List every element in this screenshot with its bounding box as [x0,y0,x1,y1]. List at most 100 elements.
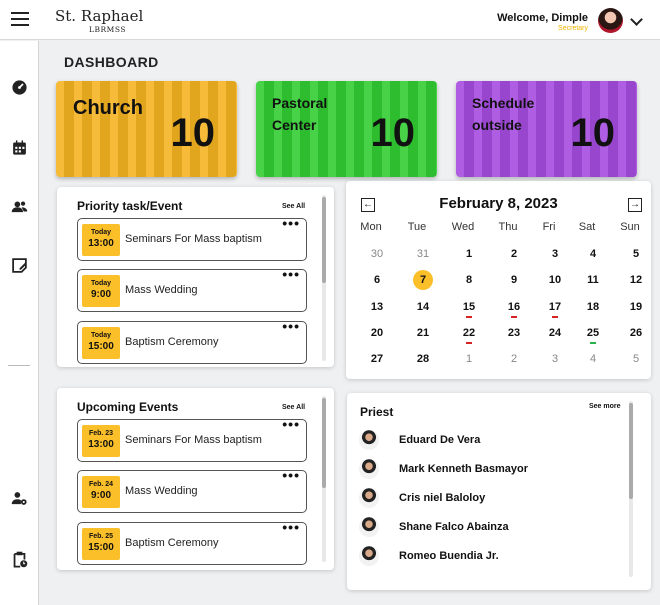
weekday-header: Wed [451,221,475,233]
see-more-link[interactable]: See more [589,403,621,410]
calendar-day[interactable]: 3 [540,244,570,264]
calendar-day[interactable]: 2 [499,349,529,369]
list-item[interactable]: Today 15:00 Baptism Ceremony ••• [77,318,307,364]
calendar-day[interactable]: 27 [362,349,392,369]
priest-name: Romeo Buendia Jr. [399,550,499,562]
calendar-day[interactable]: 8 [454,270,484,290]
weekday-header: Tue [407,221,427,233]
weekday-header: Thu [498,221,518,233]
calendar-day[interactable]: 2 [499,244,529,264]
priest-card: Priest See more Eduard De Vera Mark Kenne… [347,393,651,590]
calendar-day[interactable]: 15 [454,297,484,318]
calendar-day[interactable]: 13 [362,297,392,317]
priest-name: Shane Falco Abainza [399,521,509,533]
stat-card-pastoral-center[interactable]: Pastoral Center 10 [256,81,437,177]
calendar-day[interactable]: 28 [408,349,438,369]
user-settings-icon[interactable] [11,490,28,507]
users-icon[interactable] [11,198,28,215]
scrollbar[interactable] [322,396,326,562]
date-day: Feb. 24 [88,481,114,488]
calendar-day[interactable]: 12 [621,270,651,290]
more-options-icon[interactable]: ••• [282,266,300,282]
calendar-day[interactable]: 5 [621,244,651,264]
list-item[interactable]: Feb. 24 9:00 Mass Wedding ••• [77,467,307,513]
scrollbar[interactable] [629,401,633,577]
more-options-icon[interactable]: ••• [282,467,300,483]
list-item[interactable]: Feb. 23 13:00 Seminars For Mass baptism •… [77,416,307,462]
calendar-day[interactable]: 30 [362,244,392,264]
calendar-day[interactable]: 23 [499,323,529,343]
prev-month-button[interactable]: ← [361,198,375,212]
date-badge: Feb. 25 15:00 [82,528,120,560]
brand-name: St. Raphael [55,7,144,25]
more-options-icon[interactable]: ••• [282,318,300,334]
date-badge: Today 15:00 [82,327,120,359]
calendar-day[interactable]: 26 [621,323,651,343]
stat-label-line2: Center [272,117,317,133]
date-day: Today [90,229,112,236]
more-options-icon[interactable]: ••• [282,416,300,432]
list-item[interactable]: Feb. 25 15:00 Baptism Ceremony ••• [77,519,307,565]
next-month-button[interactable]: → [628,198,642,212]
date-day: Feb. 23 [88,430,114,437]
stat-value: 10 [170,111,216,155]
avatar[interactable] [598,8,623,33]
priest-name: Eduard De Vera [399,434,481,446]
hamburger-menu-icon[interactable] [11,12,29,26]
calendar-day[interactable]: 5 [621,349,651,369]
scrollbar[interactable] [322,195,326,361]
item-title: Baptism Ceremony [125,336,219,348]
calendar-day[interactable]: 10 [540,270,570,290]
scrollbar-thumb[interactable] [322,197,326,283]
calendar-day[interactable]: 4 [578,244,608,264]
scrollbar-thumb[interactable] [629,403,633,499]
date-day: Today [90,332,112,339]
date-time: 13:00 [88,439,114,450]
brand-logo[interactable]: St. Raphael LBRMSS [55,7,144,35]
edit-note-icon[interactable] [11,257,28,274]
calendar-day[interactable]: 7 [413,270,433,290]
stat-card-schedule-outside[interactable]: Schedule outside 10 [456,81,637,177]
calendar-day[interactable]: 20 [362,323,392,343]
calendar-day[interactable]: 6 [362,270,392,290]
date-time: 9:00 [90,490,111,501]
calendar-day[interactable]: 3 [540,349,570,369]
calendar-day[interactable]: 11 [578,270,608,290]
avatar [359,488,379,508]
more-options-icon[interactable]: ••• [282,519,300,535]
stat-card-church[interactable]: Church 10 [56,81,237,177]
event-marker [511,316,517,318]
chevron-down-icon[interactable] [630,13,643,26]
calendar-day[interactable]: 1 [454,349,484,369]
clipboard-clock-icon[interactable] [11,551,28,568]
calendar-day[interactable]: 18 [578,297,608,317]
stat-value: 10 [370,111,416,155]
calendar-day[interactable]: 24 [540,323,570,343]
calendar-day[interactable]: 9 [499,270,529,290]
see-all-link[interactable]: See All [282,203,305,210]
page-title: DASHBOARD [64,54,159,70]
calendar-day[interactable]: 19 [621,297,651,317]
calendar-day[interactable]: 1 [454,244,484,264]
calendar-day[interactable]: 14 [408,297,438,317]
calendar-day[interactable]: 22 [454,323,484,344]
scrollbar-thumb[interactable] [322,398,326,488]
stat-label: Church [73,97,143,119]
stat-value: 10 [570,111,616,155]
calendar-day[interactable]: 31 [408,244,438,264]
list-item[interactable]: Today 13:00 Seminars For Mass baptism ••• [77,215,307,261]
calendar-day[interactable]: 21 [408,323,438,343]
calendar-day[interactable]: 17 [540,297,570,318]
avatar [359,517,379,537]
dashboard-icon[interactable] [11,79,28,96]
list-item[interactable]: Today 9:00 Mass Wedding ••• [77,266,307,312]
event-marker [466,342,472,344]
calendar-day[interactable]: 25 [578,323,608,344]
calendar-day[interactable]: 16 [499,297,529,318]
calendar-day[interactable]: 4 [578,349,608,369]
see-all-link[interactable]: See All [282,404,305,411]
calendar-card: February 8, 2023 ← → Mon Tue Wed Thu Fri Sat S… [346,181,651,379]
more-options-icon[interactable]: ••• [282,215,300,231]
event-marker [552,316,558,318]
calendar-icon[interactable] [11,139,28,156]
